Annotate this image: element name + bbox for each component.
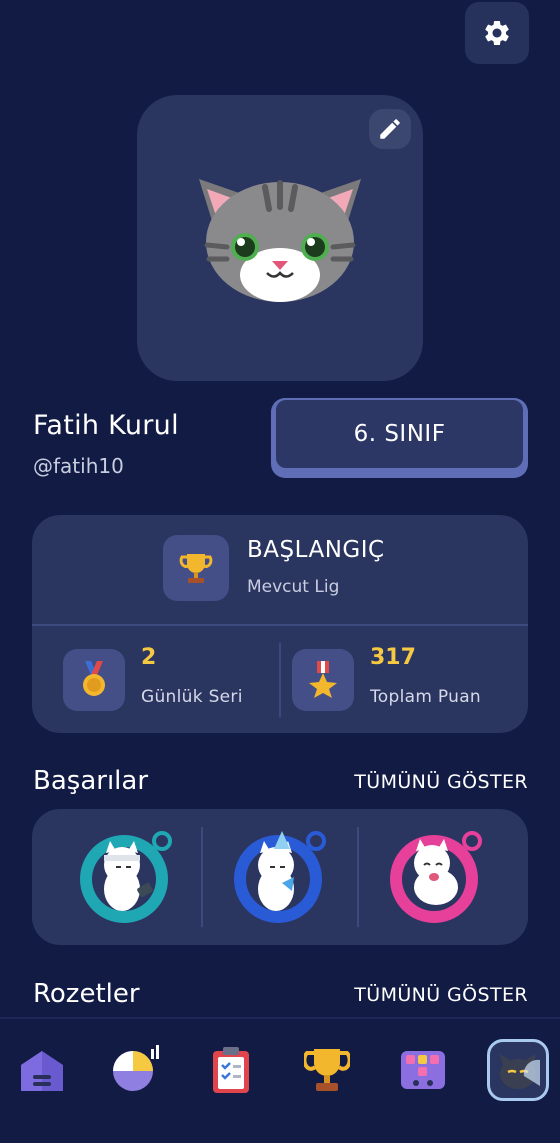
cat-headband-badge-icon[interactable] bbox=[76, 827, 176, 927]
badges-show-all-link[interactable]: TÜMÜNÜ GÖSTER bbox=[354, 984, 528, 1006]
grade-label: 6. SINIF bbox=[274, 398, 525, 470]
nav-stats[interactable] bbox=[105, 1039, 167, 1101]
achievements-show-all-link[interactable]: TÜMÜNÜ GÖSTER bbox=[354, 771, 528, 793]
nav-tasks[interactable] bbox=[200, 1039, 262, 1101]
trophy-icon bbox=[304, 1049, 350, 1091]
streak-value: 2 bbox=[141, 645, 157, 670]
settings-button[interactable] bbox=[465, 2, 529, 64]
cat-avatar-icon bbox=[199, 179, 361, 302]
star-medal-icon bbox=[292, 649, 354, 711]
cat-pink-badge-icon[interactable] bbox=[386, 827, 486, 927]
points-label: Toplam Puan bbox=[370, 687, 482, 707]
achievements-card bbox=[32, 809, 528, 945]
badges-title: Rozetler bbox=[33, 979, 140, 1009]
home-icon bbox=[21, 1051, 63, 1091]
pie-chart-icon bbox=[113, 1045, 159, 1091]
points-value: 317 bbox=[370, 645, 416, 670]
league-subtitle: Mevcut Lig bbox=[247, 577, 340, 597]
cat-party-badge-icon[interactable] bbox=[230, 827, 330, 927]
stats-card: BAŞLANGIÇ Mevcut Lig 2 Günlük Seri 317 T… bbox=[32, 515, 528, 733]
divider bbox=[357, 827, 359, 927]
edit-avatar-button[interactable] bbox=[369, 109, 411, 149]
divider bbox=[279, 643, 281, 717]
nav-profile[interactable] bbox=[487, 1039, 549, 1101]
avatar-card bbox=[137, 95, 423, 381]
game-board-icon bbox=[401, 1051, 445, 1089]
grade-button[interactable]: 6. SINIF bbox=[271, 398, 528, 478]
pencil-icon bbox=[380, 119, 400, 139]
nav-leaderboard[interactable] bbox=[296, 1039, 358, 1101]
nav-home[interactable] bbox=[11, 1039, 73, 1101]
divider bbox=[201, 827, 203, 927]
nav-games[interactable] bbox=[392, 1039, 454, 1101]
league-name: BAŞLANGIÇ bbox=[247, 537, 385, 563]
cat-avatar-icon bbox=[500, 1054, 540, 1089]
achievements-title: Başarılar bbox=[33, 766, 149, 796]
user-name: Fatih Kurul bbox=[33, 410, 179, 441]
gear-icon bbox=[485, 20, 509, 45]
league-trophy-icon bbox=[163, 535, 229, 601]
bottom-nav bbox=[0, 1017, 560, 1143]
user-handle: @fatih10 bbox=[33, 454, 124, 478]
medal-icon bbox=[63, 649, 125, 711]
streak-label: Günlük Seri bbox=[141, 687, 243, 707]
divider bbox=[32, 624, 528, 626]
clipboard-icon bbox=[213, 1047, 249, 1093]
